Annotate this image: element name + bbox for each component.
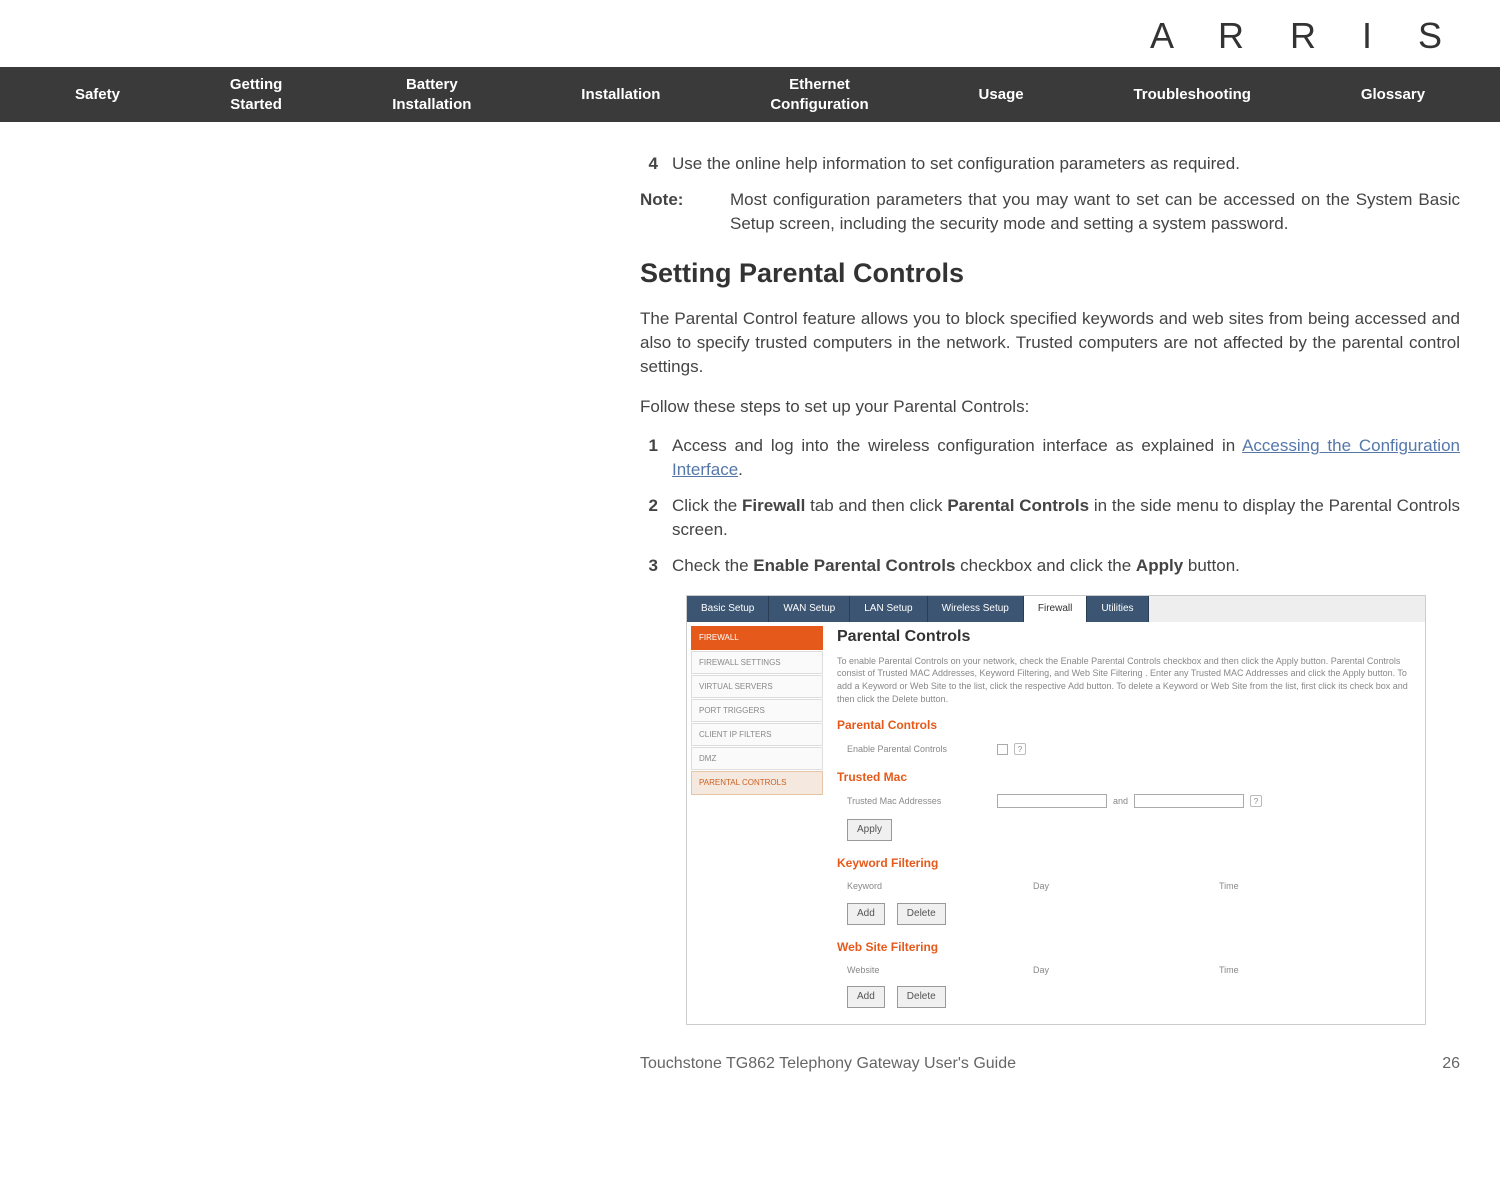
tab-basic-setup[interactable]: Basic Setup — [687, 596, 769, 622]
apply-bold: Apply — [1136, 556, 1183, 575]
col-day: Day — [1033, 964, 1219, 977]
text-fragment: checkbox and click the — [955, 556, 1135, 575]
step-2: 2 Click the Firewall tab and then click … — [640, 494, 1460, 542]
step-text: Click the Firewall tab and then click Pa… — [672, 494, 1460, 542]
step-4: 4 Use the online help information to set… — [640, 152, 1460, 176]
mac-input-2[interactable] — [1134, 794, 1244, 808]
add-website-button[interactable]: Add — [847, 986, 885, 1008]
col-keyword: Keyword — [847, 880, 1033, 893]
nav-troubleshooting[interactable]: Troubleshooting — [1133, 85, 1251, 105]
shot-tabs: Basic Setup WAN Setup LAN Setup Wireless… — [687, 596, 1425, 622]
nav-ethernet-configuration[interactable]: Ethernet Configuration — [770, 75, 868, 114]
text-fragment: button. — [1183, 556, 1240, 575]
note-block: Note: Most configuration parameters that… — [640, 188, 1460, 236]
pc-section-head: Parental Controls — [837, 717, 1415, 734]
step-3: 3 Check the Enable Parental Controls che… — [640, 554, 1460, 578]
col-time: Time — [1219, 964, 1405, 977]
text-fragment: Click the — [672, 496, 742, 515]
side-parental-controls[interactable]: PARENTAL CONTROLS — [691, 771, 823, 794]
tab-utilities[interactable]: Utilities — [1087, 596, 1148, 622]
embedded-screenshot: Basic Setup WAN Setup LAN Setup Wireless… — [686, 595, 1426, 1025]
side-client-ip-filters[interactable]: CLIENT IP FILTERS — [691, 723, 823, 746]
shot-panel: Parental Controls To enable Parental Con… — [827, 622, 1425, 1024]
nav-usage[interactable]: Usage — [979, 85, 1024, 105]
step-text: Use the online help information to set c… — [672, 152, 1460, 176]
col-day: Day — [1033, 880, 1219, 893]
tab-wan-setup[interactable]: WAN Setup — [769, 596, 850, 622]
firewall-bold: Firewall — [742, 496, 805, 515]
note-text: Most configuration parameters that you m… — [730, 188, 1460, 236]
tab-wireless-setup[interactable]: Wireless Setup — [928, 596, 1024, 622]
enable-pc-checkbox[interactable] — [997, 744, 1008, 755]
shot-side-menu: FIREWALL FIREWALL SETTINGS VIRTUAL SERVE… — [687, 622, 827, 1024]
trusted-mac-head: Trusted Mac — [837, 769, 1415, 786]
col-time: Time — [1219, 880, 1405, 893]
enable-pc-bold: Enable Parental Controls — [753, 556, 955, 575]
note-label: Note: — [640, 188, 730, 236]
tab-lan-setup[interactable]: LAN Setup — [850, 596, 927, 622]
nav-installation[interactable]: Installation — [581, 85, 660, 105]
step-number: 1 — [640, 434, 672, 482]
delete-keyword-button[interactable]: Delete — [897, 903, 946, 925]
side-port-triggers[interactable]: PORT TRIGGERS — [691, 699, 823, 722]
step-text: Access and log into the wireless configu… — [672, 434, 1460, 482]
step-1: 1 Access and log into the wireless confi… — [640, 434, 1460, 482]
website-columns: Website Day Time — [837, 962, 1415, 979]
parental-controls-bold: Parental Controls — [947, 496, 1089, 515]
trusted-mac-label: Trusted Mac Addresses — [847, 795, 997, 808]
enable-pc-row: Enable Parental Controls ? — [837, 740, 1415, 759]
keyword-filtering-head: Keyword Filtering — [837, 855, 1415, 872]
step-number: 2 — [640, 494, 672, 542]
nav-getting-started[interactable]: Getting Started — [230, 75, 283, 114]
trusted-mac-row: Trusted Mac Addresses and ? — [837, 791, 1415, 811]
step-number: 3 — [640, 554, 672, 578]
delete-website-button[interactable]: Delete — [897, 986, 946, 1008]
main-content: 4 Use the online help information to set… — [640, 122, 1460, 1025]
mac-input-1[interactable] — [997, 794, 1107, 808]
brand-logo: A R R I S — [0, 0, 1500, 67]
nav-glossary[interactable]: Glossary — [1361, 85, 1425, 105]
col-website: Website — [847, 964, 1033, 977]
text-fragment: . — [738, 460, 743, 479]
side-firewall[interactable]: FIREWALL — [691, 626, 823, 649]
page-footer: Touchstone TG862 Telephony Gateway User'… — [0, 1055, 1500, 1093]
help-icon[interactable]: ? — [1250, 795, 1262, 807]
and-text: and — [1113, 795, 1128, 808]
footer-title: Touchstone TG862 Telephony Gateway User'… — [640, 1055, 1016, 1073]
intro-paragraph: The Parental Control feature allows you … — [640, 307, 1460, 378]
text-fragment: Check the — [672, 556, 753, 575]
help-icon[interactable]: ? — [1014, 743, 1026, 755]
step-text: Check the Enable Parental Controls check… — [672, 554, 1460, 578]
follow-paragraph: Follow these steps to set up your Parent… — [640, 395, 1460, 419]
tab-firewall[interactable]: Firewall — [1024, 596, 1087, 622]
shot-title: Parental Controls — [837, 626, 1415, 648]
enable-pc-label: Enable Parental Controls — [847, 743, 997, 756]
page-number: 26 — [1442, 1055, 1460, 1073]
website-filtering-head: Web Site Filtering — [837, 939, 1415, 956]
add-keyword-button[interactable]: Add — [847, 903, 885, 925]
top-navbar: Safety Getting Started Battery Installat… — [0, 67, 1500, 122]
section-title: Setting Parental Controls — [640, 255, 1460, 293]
nav-battery-installation[interactable]: Battery Installation — [392, 75, 471, 114]
nav-safety[interactable]: Safety — [75, 85, 120, 105]
side-virtual-servers[interactable]: VIRTUAL SERVERS — [691, 675, 823, 698]
apply-button[interactable]: Apply — [847, 819, 892, 841]
step-number: 4 — [640, 152, 672, 176]
text-fragment: tab and then click — [805, 496, 947, 515]
shot-description: To enable Parental Controls on your netw… — [837, 655, 1415, 705]
keyword-columns: Keyword Day Time — [837, 878, 1415, 895]
text-fragment: Access and log into the wireless configu… — [672, 436, 1242, 455]
side-dmz[interactable]: DMZ — [691, 747, 823, 770]
side-firewall-settings[interactable]: FIREWALL SETTINGS — [691, 651, 823, 674]
